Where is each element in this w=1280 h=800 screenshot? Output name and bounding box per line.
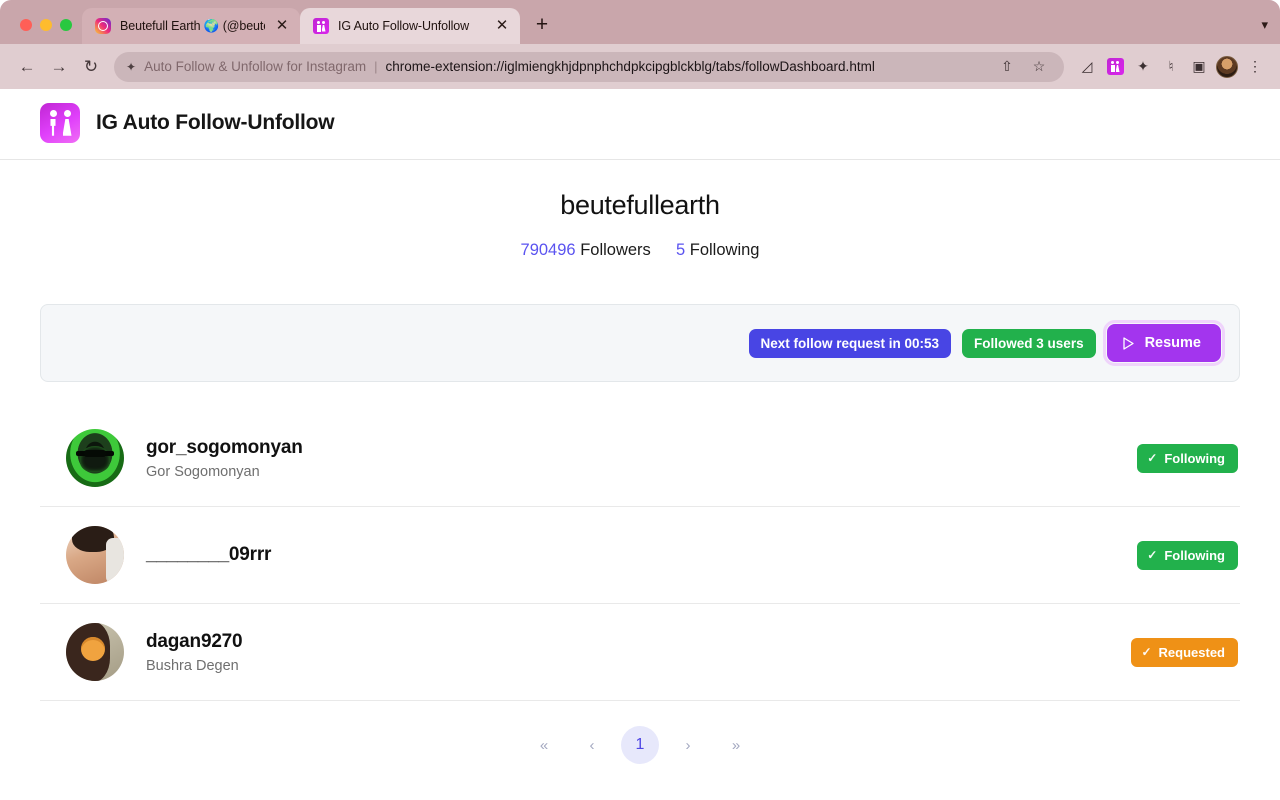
tab-title: IG Auto Follow-Unfollow	[338, 19, 470, 33]
app-header: IG Auto Follow-Unfollow	[0, 89, 1280, 160]
pagination-first[interactable]: «	[525, 726, 563, 764]
chrome-menu-icon[interactable]: ⋮	[1242, 54, 1268, 80]
user-info: dagan9270 Bushra Degen	[146, 631, 1131, 674]
followers-label: Followers	[580, 241, 651, 259]
ig-auto-follow-extension-icon[interactable]	[1102, 54, 1128, 80]
user-fullname: Gor Sogomonyan	[146, 463, 260, 480]
omnibox-actions: ⇧ ☆	[994, 54, 1052, 80]
user-handle[interactable]: dagan9270	[146, 631, 1131, 653]
user-fullname: Bushra Degen	[146, 657, 239, 674]
profile-summary: beutefullearth 790496 Followers 5 Follow…	[0, 160, 1280, 260]
url-text: chrome-extension://iglmiengkhjdpnphchdpk…	[385, 59, 875, 74]
next-follow-timer-badge: Next follow request in 00:53	[748, 328, 952, 358]
check-icon: ✓	[1141, 645, 1152, 659]
user-info: ________09rrr	[146, 544, 1137, 566]
automation-status-bar: Next follow request in 00:53 Followed 3 …	[40, 304, 1240, 382]
check-icon: ✓	[1147, 451, 1158, 465]
following-label: Following	[689, 241, 760, 259]
table-row[interactable]: ________09rrr ✓ Following	[40, 507, 1240, 604]
profile-stats: 790496 Followers 5 Following	[0, 241, 1280, 260]
pagination-next[interactable]: ›	[669, 726, 707, 764]
browser-tab-ig-auto-follow[interactable]: IG Auto Follow-Unfollow ✕	[300, 8, 520, 44]
minimize-window-button[interactable]	[40, 19, 52, 31]
green-skull-avatar	[66, 429, 124, 487]
extensions-puzzle-icon[interactable]: ✦	[1130, 54, 1156, 80]
page-content: IG Auto Follow-Unfollow beutefullearth 7…	[0, 89, 1280, 800]
share-icon[interactable]: ⇧	[994, 54, 1020, 80]
check-icon: ✓	[1147, 548, 1158, 562]
resume-button[interactable]: Resume	[1102, 320, 1226, 366]
status-badge-label: Following	[1164, 450, 1225, 466]
window-traffic-lights	[10, 19, 82, 44]
status-badge-label: Requested	[1158, 644, 1225, 660]
tab-strip: Beutefull Earth 🌍 (@beutefull ✕ IG Auto …	[0, 0, 1280, 44]
extension-people-icon	[313, 18, 329, 34]
forward-button[interactable]: →	[44, 52, 74, 82]
tab-title: Beutefull Earth 🌍 (@beutefull	[120, 18, 265, 33]
pagination-prev[interactable]: ‹	[573, 726, 611, 764]
chevron-down-icon[interactable]: ▾	[1261, 17, 1268, 32]
resume-button-label: Resume	[1144, 335, 1201, 351]
hijab-woman-avatar	[66, 623, 124, 681]
side-panel-icon[interactable]: ▣	[1186, 54, 1212, 80]
reading-list-icon[interactable]: ♮	[1158, 54, 1184, 80]
close-window-button[interactable]	[20, 19, 32, 31]
followed-users-badge: Followed 3 users	[962, 328, 1096, 358]
maximize-window-button[interactable]	[60, 19, 72, 31]
profile-username: beutefullearth	[560, 190, 720, 220]
table-row[interactable]: gor_sogomonyan Gor Sogomonyan ✓ Followin…	[40, 410, 1240, 507]
following-count[interactable]: 5	[676, 241, 685, 259]
followers-count[interactable]: 790496	[521, 241, 576, 259]
status-badge[interactable]: ✓ Following	[1137, 540, 1238, 570]
tab-search-area: ▾	[1261, 16, 1280, 44]
ig-auto-follow-unfollow-logo	[40, 103, 80, 143]
browser-window: Beutefull Earth 🌍 (@beutefull ✕ IG Auto …	[0, 0, 1280, 800]
status-badge-label: Following	[1164, 547, 1225, 563]
browser-toolbar: ← → ↻ ✦ Auto Follow & Unfollow for Insta…	[0, 44, 1280, 89]
user-info: gor_sogomonyan Gor Sogomonyan	[146, 437, 1137, 480]
user-handle[interactable]: gor_sogomonyan	[146, 437, 1137, 459]
pagination-last[interactable]: »	[717, 726, 755, 764]
close-tab-button[interactable]: ✕	[274, 18, 290, 34]
pagination: « ‹ 1 › »	[0, 726, 1280, 764]
omnibox-separator: |	[374, 59, 378, 74]
status-badge[interactable]: ✓ Following	[1137, 443, 1238, 473]
extension-name-label: Auto Follow & Unfollow for Instagram	[144, 59, 367, 74]
star-icon[interactable]: ☆	[1026, 54, 1052, 80]
status-badge[interactable]: ✓ Requested	[1131, 637, 1238, 667]
puzzle-icon: ✦	[126, 59, 137, 74]
new-tab-button[interactable]: +	[528, 12, 556, 40]
reload-button[interactable]: ↻	[76, 52, 106, 82]
table-row[interactable]: dagan9270 Bushra Degen ✓ Requested	[40, 604, 1240, 701]
instagram-icon	[95, 18, 111, 34]
back-button[interactable]: ←	[12, 52, 42, 82]
page-title: IG Auto Follow-Unfollow	[96, 111, 335, 134]
browser-tab-instagram[interactable]: Beutefull Earth 🌍 (@beutefull ✕	[82, 8, 300, 44]
pagination-page-1[interactable]: 1	[621, 726, 659, 764]
user-list: gor_sogomonyan Gor Sogomonyan ✓ Followin…	[40, 410, 1240, 701]
address-bar[interactable]: ✦ Auto Follow & Unfollow for Instagram |…	[114, 51, 1064, 82]
young-man-avatar	[66, 526, 124, 584]
profile-avatar[interactable]	[1214, 54, 1240, 80]
fullscreen-icon[interactable]: ◿	[1074, 54, 1100, 80]
close-tab-button[interactable]: ✕	[494, 18, 510, 34]
user-handle[interactable]: ________09rrr	[146, 544, 1137, 566]
play-icon	[1122, 336, 1134, 350]
